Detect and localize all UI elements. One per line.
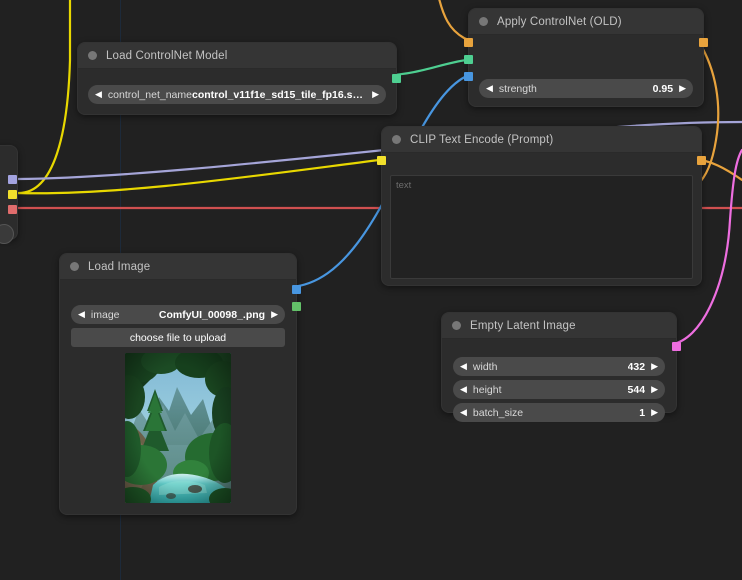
widget-batch-size[interactable]: ◀ batch_size 1 ▶: [453, 403, 665, 422]
textarea-placeholder: text: [396, 180, 412, 191]
decrement-arrow-icon[interactable]: ◀: [78, 310, 85, 319]
link-controlnet: [388, 57, 475, 77]
node-load-controlnet-model[interactable]: Load ControlNet Model ◀ control_net_name…: [77, 42, 401, 118]
node-title-clip-text-encode: CLIP Text Encode (Prompt): [410, 133, 554, 146]
decrement-arrow-icon[interactable]: ◀: [460, 408, 467, 417]
input-slot-conditioning[interactable]: [464, 38, 473, 47]
node-clip-text-encode[interactable]: CLIP Text Encode (Prompt) text: [377, 126, 706, 289]
input-slot-clip[interactable]: [377, 156, 386, 165]
node-body-clip-text-encode: text: [382, 153, 701, 289]
widget-label: height: [472, 383, 502, 396]
decrement-arrow-icon[interactable]: ◀: [460, 385, 467, 394]
node-header-load-controlnet-model[interactable]: Load ControlNet Model: [78, 43, 396, 69]
node-header-apply-controlnet[interactable]: Apply ControlNet (OLD): [469, 9, 703, 35]
node-body-apply-controlnet: ◀ strength 0.95 ▶: [469, 35, 703, 112]
link-clip-up: [15, 0, 72, 195]
output-slot-conditioning[interactable]: [699, 38, 708, 47]
comfyui-canvas[interactable]: Load ControlNet Model ◀ control_net_name…: [0, 0, 742, 580]
output-slot-mask[interactable]: [292, 302, 301, 311]
widget-value: 432: [627, 360, 646, 373]
node-title-load-image: Load Image: [88, 260, 151, 273]
increment-arrow-icon[interactable]: ▶: [651, 408, 658, 417]
widget-label: width: [472, 360, 498, 373]
node-title-load-controlnet-model: Load ControlNet Model: [106, 49, 228, 62]
node-empty-latent-image[interactable]: Empty Latent Image ◀ width 432 ▶ ◀ heigh…: [441, 312, 681, 422]
output-slot-clip[interactable]: [8, 190, 17, 199]
widget-strength[interactable]: ◀ strength 0.95 ▶: [479, 79, 693, 98]
output-slot-image[interactable]: [292, 285, 301, 294]
choose-file-to-upload-button[interactable]: choose file to upload: [71, 328, 285, 347]
decrement-arrow-icon[interactable]: ◀: [460, 362, 467, 371]
widget-label: strength: [498, 82, 537, 95]
decrement-arrow-icon[interactable]: ◀: [95, 90, 102, 99]
node-offscreen-left[interactable]: [0, 145, 18, 244]
node-body-empty-latent-image: ◀ width 432 ▶ ◀ height 544 ▶ ◀ batch_siz…: [442, 339, 676, 436]
image-preview: [125, 353, 231, 503]
widget-value: 1: [639, 406, 646, 419]
node-body-load-controlnet-model: ◀ control_net_name control_v11f1e_sd15_t…: [78, 69, 396, 118]
widget-value: 0.95: [652, 82, 674, 95]
collapse-dot-icon[interactable]: [70, 262, 79, 271]
increment-arrow-icon[interactable]: ▶: [372, 90, 379, 99]
widget-control-net-name[interactable]: ◀ control_net_name control_v11f1e_sd15_t…: [88, 85, 386, 104]
input-slot-control-net[interactable]: [464, 55, 473, 64]
output-slot-control-net[interactable]: [392, 74, 401, 83]
node-title-empty-latent-image: Empty Latent Image: [470, 319, 576, 332]
widget-label: control_net_name: [107, 88, 192, 101]
widget-value: 544: [627, 383, 646, 396]
output-slot-vae[interactable]: [8, 205, 17, 214]
node-apply-controlnet[interactable]: Apply ControlNet (OLD) ◀ strength 0.95 ▶: [464, 8, 708, 107]
collapse-dot-icon[interactable]: [88, 51, 97, 60]
decrement-arrow-icon[interactable]: ◀: [486, 84, 493, 93]
widget-value: control_v11f1e_sd15_tile_fp16.safetensor…: [191, 88, 366, 101]
node-header-clip-text-encode[interactable]: CLIP Text Encode (Prompt): [382, 127, 701, 153]
node-title-apply-controlnet: Apply ControlNet (OLD): [497, 15, 622, 28]
link-clip-to-textencode: [15, 157, 389, 195]
widget-image-filename[interactable]: ◀ image ComfyUI_00098_.png ▶: [71, 305, 285, 324]
node-load-image[interactable]: Load Image ◀ image ComfyUI_00098_.png ▶ …: [59, 253, 301, 515]
node-header-empty-latent-image[interactable]: Empty Latent Image: [442, 313, 676, 339]
output-slot-model[interactable]: [8, 175, 17, 184]
widget-label: image: [90, 308, 120, 321]
output-slot-conditioning[interactable]: [697, 156, 706, 165]
node-collapse-icon[interactable]: [0, 224, 14, 244]
textarea-prompt[interactable]: text: [390, 175, 693, 279]
node-body-load-image: ◀ image ComfyUI_00098_.png ▶ choose file…: [60, 280, 296, 513]
widget-width[interactable]: ◀ width 432 ▶: [453, 357, 665, 376]
increment-arrow-icon[interactable]: ▶: [271, 310, 278, 319]
output-slot-latent[interactable]: [672, 342, 681, 351]
collapse-dot-icon[interactable]: [392, 135, 401, 144]
collapse-dot-icon[interactable]: [479, 17, 488, 26]
node-header-load-image[interactable]: Load Image: [60, 254, 296, 280]
input-slot-image[interactable]: [464, 72, 473, 81]
widget-height[interactable]: ◀ height 544 ▶: [453, 380, 665, 399]
increment-arrow-icon[interactable]: ▶: [651, 362, 658, 371]
increment-arrow-icon[interactable]: ▶: [679, 84, 686, 93]
increment-arrow-icon[interactable]: ▶: [651, 385, 658, 394]
widget-value: ComfyUI_00098_.png: [158, 308, 266, 321]
widget-label: batch_size: [472, 406, 524, 419]
collapse-dot-icon[interactable]: [452, 321, 461, 330]
